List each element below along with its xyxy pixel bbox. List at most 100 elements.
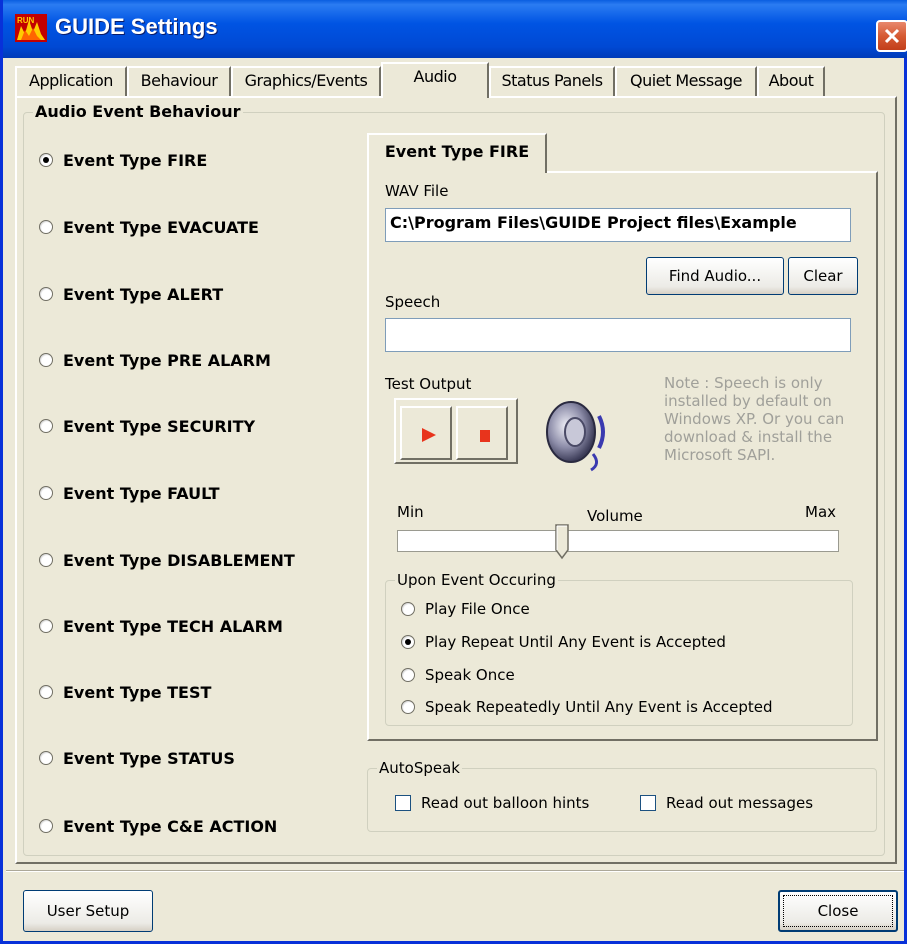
radio-button[interactable] <box>39 486 53 500</box>
tab-label: Quiet Message <box>629 71 743 90</box>
tab-label: Graphics/Events <box>244 71 368 90</box>
event-label: Event Type C&E ACTION <box>63 816 278 836</box>
event-radio-disablement[interactable]: Event Type DISABLEMENT <box>39 548 295 572</box>
volume-min-label: Min <box>397 503 424 521</box>
detail-tab[interactable]: Event Type FIRE <box>367 133 547 173</box>
test-output-label: Test Output <box>385 375 472 393</box>
radio-button[interactable] <box>39 153 53 167</box>
event-label: Event Type ALERT <box>63 284 224 304</box>
close-icon <box>884 28 900 44</box>
stop-button[interactable] <box>456 406 508 460</box>
event-label: Event Type SECURITY <box>63 416 256 436</box>
option-label: Play File Once <box>425 600 530 618</box>
option-label: Play Repeat Until Any Event is Accepted <box>425 633 726 651</box>
tab-label: About <box>768 71 814 90</box>
event-radio-pre-alarm[interactable]: Event Type PRE ALARM <box>39 348 271 372</box>
tab-graphics-events[interactable]: Graphics/Events <box>231 66 381 96</box>
event-radio-fault[interactable]: Event Type FAULT <box>39 481 220 505</box>
tab-label: Behaviour <box>140 71 218 90</box>
event-label: Event Type TECH ALARM <box>63 616 283 636</box>
footer-divider <box>6 870 904 872</box>
volume-max-label: Max <box>805 503 837 521</box>
clear-button[interactable]: Clear <box>788 257 858 295</box>
radio-button[interactable] <box>39 685 53 699</box>
play-file-once-option[interactable]: Play File Once <box>401 597 530 621</box>
event-radio-ce-action[interactable]: Event Type C&E ACTION <box>39 814 277 838</box>
speaker-icon <box>546 401 605 472</box>
radio-button[interactable] <box>39 287 53 301</box>
radio-button[interactable] <box>39 819 53 833</box>
volume-slider-thumb[interactable] <box>555 524 569 560</box>
svg-text:RUN: RUN <box>17 16 35 25</box>
upon-event-title: Upon Event Occuring <box>395 571 558 589</box>
close-button[interactable]: Close <box>778 890 898 932</box>
read-messages-checkbox[interactable]: Read out messages <box>640 794 813 812</box>
volume-slider[interactable] <box>397 530 839 552</box>
event-label: Event Type EVACUATE <box>63 217 259 237</box>
window-title: GUIDE Settings <box>55 14 218 39</box>
event-label: Event Type STATUS <box>63 748 235 768</box>
radio-button[interactable] <box>401 602 415 616</box>
radio-button[interactable] <box>401 700 415 714</box>
event-radio-tech-alarm[interactable]: Event Type TECH ALARM <box>39 614 283 638</box>
autospeak-title: AutoSpeak <box>377 759 462 777</box>
tab-status-panels[interactable]: Status Panels <box>489 66 615 96</box>
tab-quiet-message[interactable]: Quiet Message <box>615 66 757 96</box>
radio-button[interactable] <box>39 553 53 567</box>
radio-button[interactable] <box>39 751 53 765</box>
event-radio-alert[interactable]: Event Type ALERT <box>39 282 223 306</box>
title-bar[interactable]: RUN GUIDE Settings <box>3 0 907 58</box>
speak-repeatedly-option[interactable]: Speak Repeatedly Until Any Event is Acce… <box>401 695 773 719</box>
radio-button[interactable] <box>401 635 415 649</box>
radio-button[interactable] <box>401 668 415 682</box>
speech-note: Note : Speech is only installed by defau… <box>664 374 845 464</box>
test-output-controls <box>394 398 518 464</box>
tab-about[interactable]: About <box>757 66 825 96</box>
speech-field[interactable] <box>385 318 851 352</box>
radio-button[interactable] <box>39 619 53 633</box>
user-setup-button[interactable]: User Setup <box>23 890 153 932</box>
tab-label: Audio <box>413 67 457 86</box>
event-radio-fire[interactable]: Event Type FIRE <box>39 148 207 172</box>
tab-label: Status Panels <box>501 71 603 90</box>
event-label: Event Type TEST <box>63 682 212 702</box>
group-title: Audio Event Behaviour <box>33 102 243 121</box>
checkbox-label: Read out messages <box>666 794 814 812</box>
checkbox[interactable] <box>640 795 656 811</box>
read-balloon-hints-checkbox[interactable]: Read out balloon hints <box>395 794 589 812</box>
play-icon <box>422 428 436 442</box>
find-audio-button[interactable]: Find Audio... <box>646 257 784 295</box>
wav-file-label: WAV File <box>385 182 449 200</box>
detail-tab-label: Event Type FIRE <box>384 142 530 161</box>
radio-button[interactable] <box>39 353 53 367</box>
tab-label: Application <box>29 71 113 90</box>
tab-application[interactable]: Application <box>15 66 127 96</box>
event-label: Event Type FIRE <box>63 150 208 170</box>
volume-label: Volume <box>587 507 643 525</box>
play-button[interactable] <box>400 406 452 460</box>
radio-button[interactable] <box>39 419 53 433</box>
event-radio-evacuate[interactable]: Event Type EVACUATE <box>39 215 259 239</box>
event-radio-security[interactable]: Event Type SECURITY <box>39 414 255 438</box>
event-radio-test[interactable]: Event Type TEST <box>39 680 211 704</box>
checkbox-label: Read out balloon hints <box>421 794 590 812</box>
option-label: Speak Once <box>425 666 515 684</box>
stop-icon <box>480 430 490 442</box>
event-radio-status[interactable]: Event Type STATUS <box>39 746 235 770</box>
event-label: Event Type DISABLEMENT <box>63 550 295 570</box>
wav-file-field[interactable]: C:\Program Files\GUIDE Project files\Exa… <box>385 208 851 242</box>
option-label: Speak Repeatedly Until Any Event is Acce… <box>425 698 773 716</box>
app-logo-icon: RUN <box>15 14 47 42</box>
speak-once-option[interactable]: Speak Once <box>401 663 515 687</box>
play-repeat-option[interactable]: Play Repeat Until Any Event is Accepted <box>401 630 726 654</box>
settings-window: RUN GUIDE Settings Application Behaviour… <box>0 0 907 944</box>
close-window-button[interactable] <box>876 20 907 52</box>
event-label: Event Type PRE ALARM <box>63 350 271 370</box>
event-label: Event Type FAULT <box>63 483 220 503</box>
tab-strip: Application Behaviour Graphics/Events Au… <box>15 62 895 98</box>
checkbox[interactable] <box>395 795 411 811</box>
speech-label: Speech <box>385 293 441 311</box>
tab-behaviour[interactable]: Behaviour <box>127 66 231 96</box>
tab-audio[interactable]: Audio <box>381 62 489 98</box>
radio-button[interactable] <box>39 220 53 234</box>
